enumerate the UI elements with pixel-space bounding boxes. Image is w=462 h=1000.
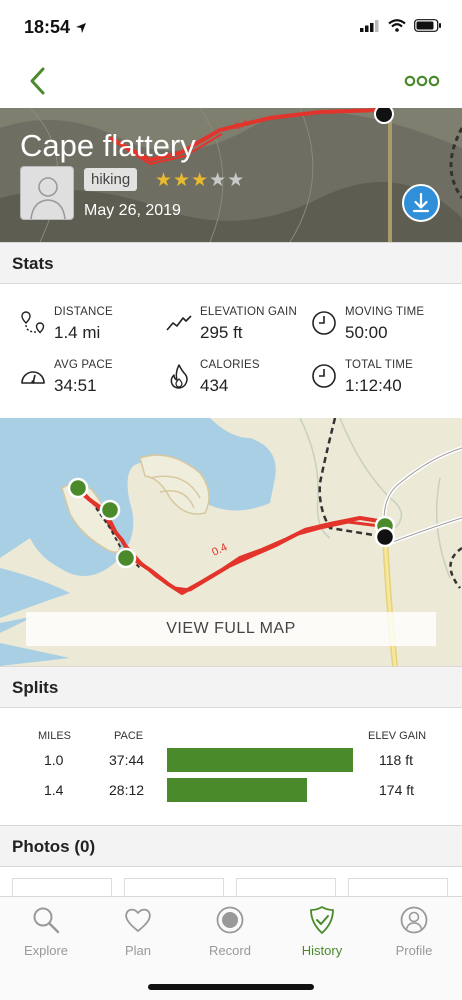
tab-history[interactable]: History — [276, 905, 368, 965]
signal-icon — [360, 19, 379, 32]
stat-moving-time: MOVING TIME 50:00 — [311, 304, 456, 348]
photos-section-title: Photos (0) — [12, 837, 96, 856]
tab-profile[interactable]: Profile — [368, 905, 460, 965]
stat-calories-value: 434 — [200, 376, 229, 395]
splits-section-title: Splits — [12, 678, 59, 697]
flame-icon — [170, 364, 188, 389]
tab-explore-label: Explore — [23, 943, 69, 958]
activity-date: May 26, 2019 — [84, 202, 181, 219]
profile-icon — [400, 906, 428, 934]
status-icons — [360, 19, 442, 32]
tab-plan[interactable]: Plan — [92, 905, 184, 965]
wifi-icon — [388, 19, 406, 32]
stats-section-title: Stats — [12, 254, 54, 273]
photo-placeholder[interactable] — [348, 878, 448, 898]
home-indicator — [148, 984, 314, 990]
split-pace-bar — [167, 748, 353, 772]
stat-moving-time-value: 50:00 — [345, 323, 388, 342]
photos-strip — [0, 866, 462, 898]
rating-stars: ★ ★ ★ ★ ★ — [155, 169, 244, 192]
split-elev-gain: 118 ft — [379, 752, 413, 768]
stat-elevation-gain: ELEVATION GAIN 295 ft — [166, 304, 311, 348]
tab-record-label: Record — [209, 943, 251, 958]
stats-grid: DISTANCE 1.4 mi ELEVATION GAIN 295 ft MO… — [0, 284, 462, 418]
view-full-map-button[interactable]: VIEW FULL MAP — [26, 612, 436, 646]
status-time: 18:54 — [24, 17, 87, 38]
stat-moving-time-label: MOVING TIME — [345, 306, 425, 318]
download-button[interactable] — [402, 184, 440, 222]
split-row: 1.0 37:44 118 ft — [0, 748, 462, 776]
splits-header-elev-gain: ELEV GAIN — [368, 730, 427, 742]
search-icon — [33, 907, 60, 934]
photo-placeholder[interactable] — [12, 878, 112, 898]
stat-distance-label: DISTANCE — [54, 306, 113, 318]
location-arrow-icon — [76, 23, 87, 34]
splits-header-pace: PACE — [114, 730, 144, 742]
person-placeholder-icon — [30, 177, 66, 219]
shield-check-icon — [310, 906, 334, 934]
star-icon: ★ — [227, 170, 245, 191]
star-icon: ★ — [191, 170, 209, 191]
star-icon: ★ — [155, 170, 173, 191]
activity-header: 0.4 Cape flattery hiking ★ ★ ★ ★ ★ May 26, 2… — [0, 108, 462, 242]
speedometer-icon — [21, 371, 45, 384]
activity-type-tag: hiking — [84, 168, 138, 191]
stat-calories-label: CALORIES — [200, 359, 260, 371]
stat-elevation-gain-value: 295 ft — [200, 323, 243, 342]
activity-title: Cape flattery — [20, 128, 196, 163]
star-icon: ★ — [173, 170, 191, 191]
photo-placeholder[interactable] — [236, 878, 336, 898]
split-pace: 28:12 — [109, 782, 145, 798]
split-miles: 1.0 — [44, 752, 64, 768]
record-icon — [216, 906, 244, 934]
stat-avg-pace-value: 34:51 — [54, 376, 97, 395]
route-pin-icon — [21, 311, 45, 334]
stat-avg-pace-label: AVG PACE — [54, 359, 113, 371]
stat-elevation-gain-label: ELEVATION GAIN — [200, 306, 297, 318]
split-miles: 1.4 — [44, 782, 64, 798]
tab-explore[interactable]: Explore — [0, 905, 92, 965]
splits-header-miles: MILES — [38, 730, 72, 742]
elevation-zigzag-icon — [166, 315, 192, 331]
stat-calories: CALORIES 434 — [166, 357, 311, 401]
photos-section-header: Photos (0) — [0, 825, 462, 867]
stat-distance-value: 1.4 mi — [54, 323, 101, 342]
tab-plan-label: Plan — [124, 943, 152, 958]
more-options-icon[interactable] — [404, 70, 440, 92]
tab-history-label: History — [301, 943, 343, 958]
nav-bar — [0, 56, 462, 108]
clock-icon — [312, 311, 336, 335]
heart-icon — [125, 908, 151, 932]
splits-table: MILES PACE ELEV GAIN 1.0 37:44 118 ft 1.… — [0, 708, 462, 826]
stat-total-time: TOTAL TIME 1:12:40 — [311, 357, 456, 401]
stats-section-header: Stats — [0, 242, 462, 284]
status-bar: 18:54 — [0, 0, 462, 56]
clock-icon — [312, 364, 336, 388]
split-row: 1.4 28:12 174 ft — [0, 778, 462, 806]
stat-distance: DISTANCE 1.4 mi — [20, 304, 165, 348]
split-pace: 37:44 — [109, 752, 145, 768]
avatar[interactable] — [20, 166, 74, 220]
stat-avg-pace: AVG PACE 34:51 — [20, 357, 165, 401]
split-pace-bar — [167, 778, 307, 802]
photo-placeholder[interactable] — [124, 878, 224, 898]
tab-profile-label: Profile — [395, 943, 433, 958]
battery-icon — [414, 19, 441, 32]
tab-record[interactable]: Record — [184, 905, 276, 965]
stat-total-time-value: 1:12:40 — [345, 376, 402, 395]
stat-total-time-label: TOTAL TIME — [345, 359, 414, 371]
back-chevron-icon[interactable] — [24, 66, 54, 96]
star-icon: ★ — [209, 170, 227, 191]
download-icon — [412, 192, 430, 213]
splits-section-header: Splits — [0, 666, 462, 708]
split-elev-gain: 174 ft — [379, 782, 415, 798]
